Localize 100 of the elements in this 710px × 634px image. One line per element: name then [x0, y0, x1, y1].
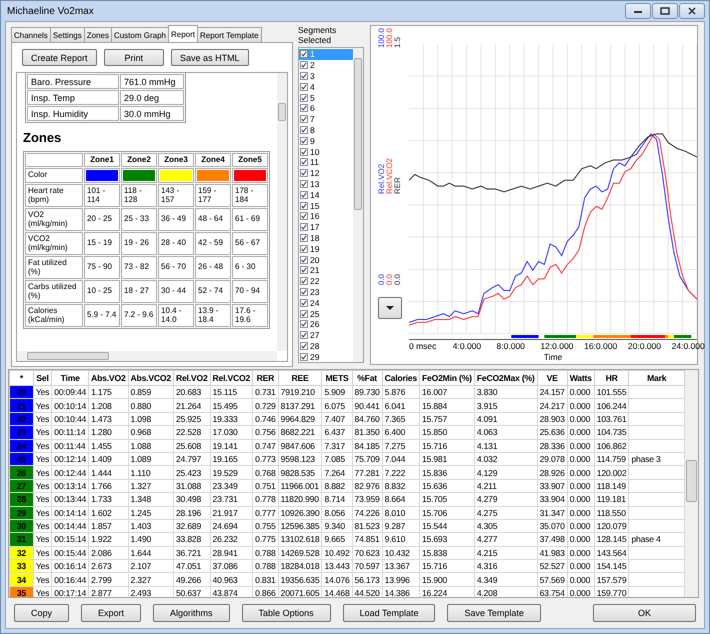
scrollbar[interactable] — [17, 351, 277, 361]
segment-item[interactable]: 14 — [299, 189, 353, 200]
checkbox[interactable] — [300, 352, 308, 361]
checkbox[interactable] — [300, 136, 308, 145]
segment-item[interactable]: 4 — [299, 81, 353, 92]
column-header[interactable]: Watts — [567, 370, 594, 386]
checkbox[interactable] — [300, 190, 308, 199]
segment-item[interactable]: 8 — [299, 124, 353, 136]
segment-item[interactable]: 26 — [299, 318, 353, 330]
segment-item[interactable]: 17 — [299, 222, 353, 233]
checkbox[interactable] — [300, 234, 308, 242]
row-index[interactable]: 34 — [10, 572, 34, 586]
toolbar-button[interactable]: Algorithms — [153, 604, 230, 622]
checkbox[interactable] — [300, 266, 308, 274]
column-header[interactable]: Rel.VCO2 — [210, 370, 253, 386]
checkbox[interactable] — [300, 310, 308, 318]
tab[interactable]: Report Template — [197, 27, 262, 42]
checkbox[interactable] — [300, 288, 308, 296]
column-header[interactable]: Rel.VO2 — [173, 370, 210, 386]
row-index[interactable]: 30 — [10, 519, 34, 533]
row-index[interactable]: 31 — [10, 532, 34, 546]
checkbox[interactable] — [300, 223, 308, 232]
column-header[interactable]: %Fat — [352, 370, 382, 386]
checkbox[interactable] — [300, 277, 308, 286]
column-header[interactable]: FeO2Min (%) — [419, 370, 474, 386]
toolbar-button[interactable]: Table Options — [242, 604, 331, 622]
toolbar-button[interactable]: OK — [592, 604, 696, 622]
minimize-button[interactable] — [625, 3, 651, 19]
checkbox[interactable] — [300, 61, 308, 70]
segment-item[interactable]: 2 — [299, 60, 353, 71]
checkbox[interactable] — [300, 202, 308, 210]
segment-item[interactable]: 12 — [299, 168, 353, 179]
segment-item[interactable]: 21 — [299, 264, 353, 276]
scrollbar[interactable] — [353, 48, 363, 362]
toolbar-button[interactable]: Export — [81, 604, 142, 622]
maximize-button[interactable] — [652, 3, 678, 19]
column-header[interactable]: REE — [278, 370, 322, 386]
segment-item[interactable]: 24 — [299, 297, 353, 308]
segment-item[interactable]: 22 — [299, 276, 353, 287]
checkbox[interactable] — [300, 320, 308, 328]
segment-item[interactable]: 29 — [299, 351, 353, 362]
dropdown-button[interactable] — [378, 297, 402, 320]
checkbox[interactable] — [300, 50, 308, 58]
segment-item[interactable]: 11 — [299, 156, 353, 168]
report-button[interactable]: Save as HTML — [171, 49, 249, 66]
segment-item[interactable]: 9 — [299, 135, 353, 146]
segment-item[interactable]: 28 — [299, 340, 353, 352]
row-index[interactable]: 28 — [10, 492, 34, 506]
row-index[interactable]: 33 — [10, 560, 34, 573]
column-header[interactable]: * — [10, 370, 34, 386]
toolbar-button[interactable]: Copy — [14, 604, 70, 622]
row-index[interactable]: 35 — [10, 586, 34, 597]
column-header[interactable]: HR — [594, 370, 629, 386]
checkbox[interactable] — [300, 126, 308, 134]
toolbar-button[interactable]: Save Template — [447, 604, 541, 622]
column-header[interactable]: Calories — [382, 370, 420, 386]
checkbox[interactable] — [300, 94, 308, 102]
column-header[interactable]: FeCO2Max (%) — [474, 370, 538, 386]
tab[interactable]: Custom Graph — [110, 27, 169, 42]
row-index[interactable]: 29 — [10, 506, 34, 520]
checkbox[interactable] — [300, 82, 308, 91]
column-header[interactable]: Time — [52, 370, 89, 386]
checkbox[interactable] — [300, 244, 308, 253]
checkbox[interactable] — [300, 169, 308, 178]
checkbox[interactable] — [300, 158, 308, 166]
row-index[interactable]: 32 — [10, 546, 34, 560]
close-button[interactable] — [679, 3, 705, 19]
toolbar-button[interactable]: Load Template — [342, 604, 436, 622]
segment-item[interactable]: 16 — [299, 210, 353, 222]
checkbox[interactable] — [300, 342, 308, 350]
checkbox[interactable] — [300, 298, 308, 307]
report-button[interactable]: Create Report — [22, 49, 97, 66]
checkbox[interactable] — [300, 115, 308, 124]
column-header[interactable]: RER — [252, 370, 278, 386]
tab[interactable]: Channels — [11, 27, 51, 42]
scrollbar[interactable] — [277, 73, 287, 351]
checkbox[interactable] — [300, 72, 308, 80]
checkbox[interactable] — [300, 148, 308, 156]
checkbox[interactable] — [300, 212, 308, 220]
checkbox[interactable] — [300, 104, 308, 112]
scrollbar[interactable] — [685, 370, 698, 597]
row-index[interactable]: 26 — [10, 466, 34, 480]
segment-item[interactable]: 3 — [299, 70, 353, 82]
segment-item[interactable]: 13 — [299, 178, 353, 190]
checkbox[interactable] — [300, 180, 308, 188]
segment-item[interactable]: 20 — [299, 254, 353, 265]
checkbox[interactable] — [300, 256, 308, 264]
segment-item[interactable]: 23 — [299, 286, 353, 298]
column-header[interactable]: VE — [537, 370, 568, 386]
segment-item[interactable]: 15 — [299, 200, 353, 211]
report-button[interactable]: Print — [104, 49, 164, 66]
column-header[interactable]: Abs.VCO2 — [128, 370, 174, 386]
column-header[interactable]: METS — [322, 370, 352, 386]
tab[interactable]: Report — [168, 25, 198, 42]
segment-item[interactable]: 6 — [299, 102, 353, 114]
segment-item[interactable]: 25 — [299, 308, 353, 319]
segment-item[interactable]: 27 — [299, 330, 353, 341]
column-header[interactable]: Abs.VO2 — [88, 370, 128, 386]
segment-item[interactable]: 10 — [299, 146, 353, 157]
segment-item[interactable]: 5 — [299, 92, 353, 103]
